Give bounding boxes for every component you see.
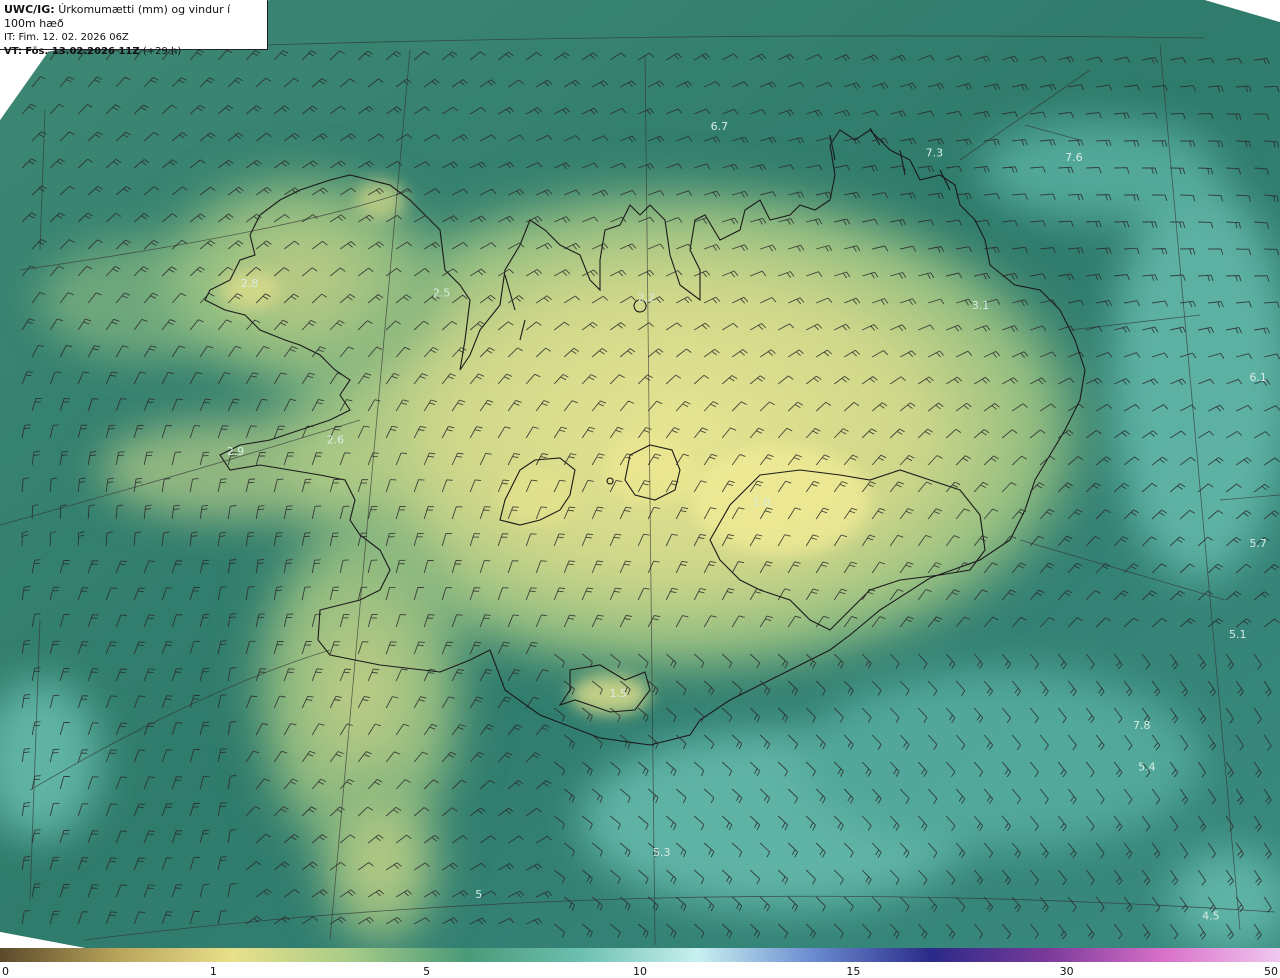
lead-time: (+29 h) (142, 46, 182, 57)
field-value-label: 5.4 (1138, 761, 1156, 774)
precipitation-colorbar: 0 1 5 10 15 30 50 (0, 948, 1280, 978)
colorbar-tick-label: 50 (1264, 965, 1278, 978)
colorbar-ticks: 0 1 5 10 15 30 50 (2, 965, 1278, 978)
field-value-label: 2.2 (638, 292, 656, 305)
field-layer (0, 0, 1280, 948)
field-value-label: 2.6 (327, 434, 345, 447)
model-name: UWC/IG: (4, 3, 55, 16)
field-value-label: 2.9 (227, 445, 245, 458)
field-value-label: 6.7 (711, 120, 729, 133)
colorbar-tick-label: 0 (2, 965, 9, 978)
field-value-label: 7.8 (1133, 719, 1151, 732)
field-value-label: 2.5 (433, 287, 451, 300)
field-value-label: 4.5 (1202, 910, 1220, 923)
field-value-label: 1.0 (753, 496, 771, 509)
colorbar-tick-label: 10 (633, 965, 647, 978)
map-title-box: UWC/IG: Úrkomumætti (mm) og vindur í 100… (0, 0, 268, 57)
field-value-label: 5.3 (653, 846, 671, 859)
forecast-map: 6.7 7.3 7.6 2.8 2.5 2.2 3.1 6.1 2.6 2.9 1.0 5.7 5.1 1… (0, 0, 1280, 948)
field-value-label: 3.1 (972, 299, 990, 312)
field-value-label: 2.8 (241, 277, 259, 290)
valid-time-line: VT: Fös. 13.02.2026 11Z (+29 h) (4, 45, 263, 59)
field-value-label: 5.1 (1229, 628, 1247, 641)
colorbar-gradient (0, 948, 1280, 962)
field-value-label: 7.3 (926, 146, 944, 159)
field-value-label: 1.5 (609, 687, 627, 700)
colorbar-tick-label: 1 (210, 965, 217, 978)
init-time: IT: Fim. 12. 02. 2026 06Z (4, 32, 129, 43)
field-value-label: 6.1 (1249, 371, 1267, 384)
colorbar-tick-label: 30 (1060, 965, 1074, 978)
field-value-label: 7.6 (1065, 151, 1083, 164)
colorbar-tick-label: 15 (846, 965, 860, 978)
field-value-label: 5.7 (1249, 537, 1267, 550)
title-line-1: UWC/IG: Úrkomumætti (mm) og vindur í 100… (4, 3, 263, 31)
colorbar-tick-label: 5 (423, 965, 430, 978)
field-value-label: 5 (475, 888, 482, 901)
valid-prefix: VT: (4, 46, 23, 57)
valid-time: Fös. 13.02.2026 11Z (25, 46, 140, 57)
